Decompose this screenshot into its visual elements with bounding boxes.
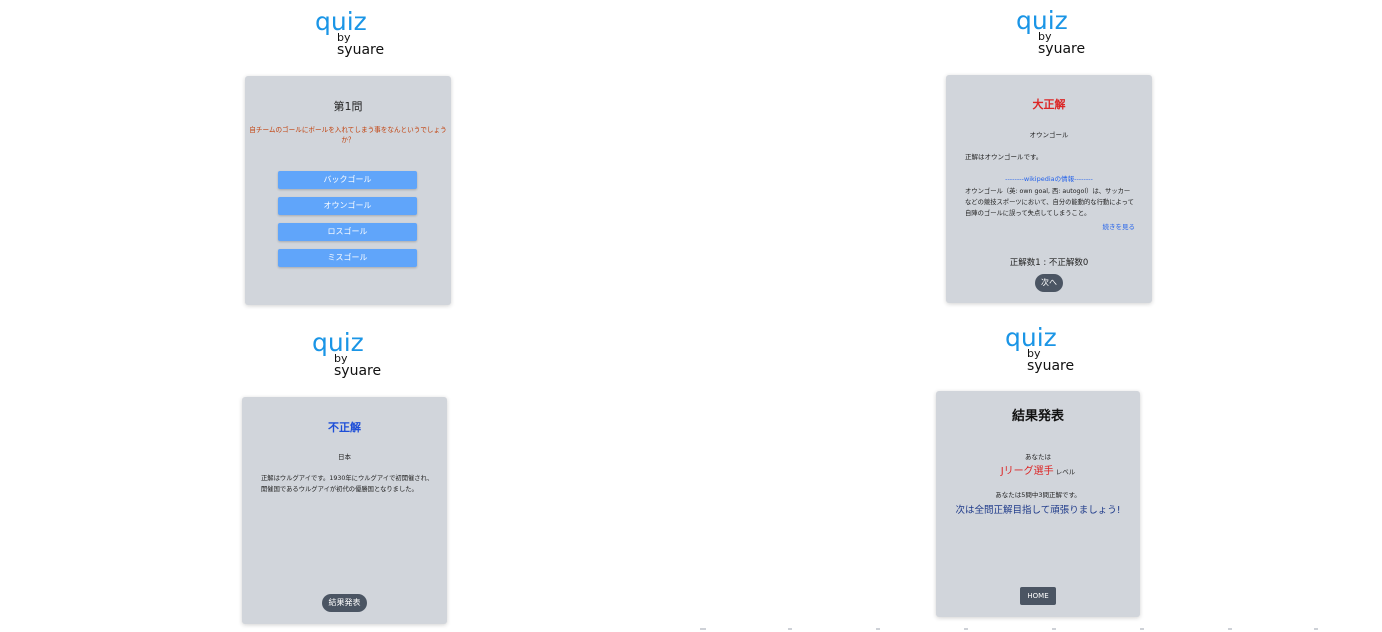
logo-author: syuare <box>337 42 385 58</box>
verdict-correct: 大正解 <box>1032 98 1066 111</box>
wikipedia-line-3: 自陣のゴールに誤って失点してしまうこと。 <box>965 210 1091 217</box>
result-title: 結果発表 <box>1011 409 1064 424</box>
app-logo: quiz by syuare <box>1016 8 1136 68</box>
option-button-4[interactable]: ミスゴール <box>278 249 417 267</box>
next-button[interactable]: 次へ <box>1035 274 1063 292</box>
chosen-answer: 日本 <box>338 453 351 461</box>
read-more-link[interactable]: 続きを見る <box>1103 221 1136 231</box>
chosen-answer: オウンゴール <box>1029 131 1069 139</box>
home-button[interactable]: HOME <box>1020 587 1056 605</box>
incorrect-card: 不正解 日本 正解はウルグアイです。1930年にウルグアイで初開催され、 開催国… <box>242 397 447 624</box>
score-text: 正解数1 : 不正解数0 <box>1009 258 1089 268</box>
logo-author: syuare <box>334 363 382 379</box>
option-button-2[interactable]: オウンゴール <box>278 197 417 215</box>
logo-author: syuare <box>1027 358 1075 374</box>
question-number: 第1問 <box>333 100 363 113</box>
app-logo: quiz by syuare <box>1005 325 1125 385</box>
question-text: 自チームのゴールにボールを入れてしまう事をなんというでしょうか？ <box>249 126 447 144</box>
option-button-3[interactable]: ロスゴール <box>278 223 417 241</box>
explanation-line-2: 開催国であるウルグアイが初代の優勝国となりました。 <box>261 486 418 493</box>
app-logo: quiz by syuare <box>315 9 435 69</box>
app-logo: quiz by syuare <box>312 330 432 390</box>
answer-explanation: 正解はオウンゴールです。 <box>965 153 1043 161</box>
explanation-line-1: 正解はウルグアイです。1930年にウルグアイで初開催され、 <box>261 475 434 482</box>
results-button[interactable]: 結果発表 <box>322 594 367 612</box>
wikipedia-line-1: オウンゴール（英: own goal, 西: autogol）は、サッカー <box>965 188 1131 195</box>
encouragement-text: 次は全問正解目指して頑張りましょう! <box>955 505 1121 516</box>
score-summary: あなたは5問中3問正解です。 <box>995 491 1081 499</box>
level-name: Jリーグ選手 <box>1000 466 1054 477</box>
logo-author: syuare <box>1038 41 1086 57</box>
correct-card: 大正解 オウンゴール 正解はオウンゴールです。 --------wikipedi… <box>946 75 1152 303</box>
you-are-text: あなたは <box>1025 453 1051 461</box>
question-card: 第1問 自チームのゴールにボールを入れてしまう事をなんというでしょうか？ バック… <box>245 76 451 305</box>
bottom-edge-marks <box>700 628 1318 630</box>
level-suffix: レベル <box>1055 468 1076 476</box>
result-card: 結果発表 あなたは Jリーグ選手 レベル あなたは5問中3問正解です。 次は全問… <box>936 391 1140 617</box>
wikipedia-line-2: などの競技スポーツにおいて、自分の能動的な行動によって <box>965 199 1134 206</box>
wikipedia-header: --------wikipediaの情報-------- <box>1005 175 1093 183</box>
level-line: Jリーグ選手 レベル <box>936 462 1140 477</box>
option-button-1[interactable]: バックゴール <box>278 171 417 189</box>
verdict-incorrect: 不正解 <box>328 421 361 434</box>
